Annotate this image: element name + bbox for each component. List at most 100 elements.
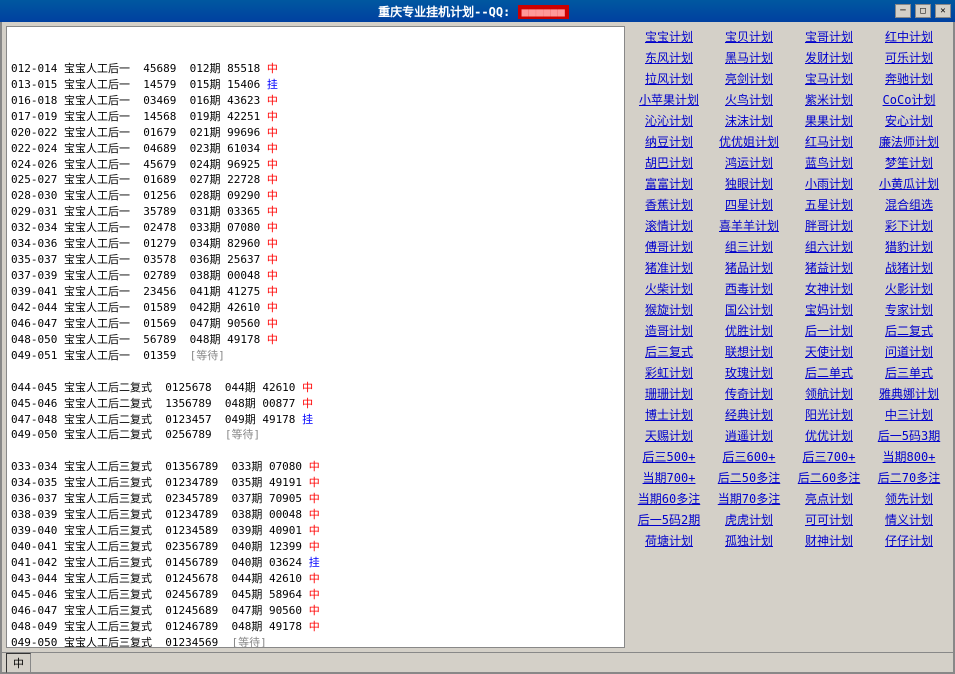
- list-item[interactable]: 优优计划: [789, 425, 869, 446]
- plan-link[interactable]: 四星计划: [725, 198, 773, 212]
- plan-link[interactable]: 蓝鸟计划: [805, 156, 853, 170]
- list-item[interactable]: 女神计划: [789, 278, 869, 299]
- plan-link[interactable]: 火柴计划: [645, 282, 693, 296]
- plan-link[interactable]: 造哥计划: [645, 324, 693, 338]
- list-item[interactable]: 拉风计划: [629, 68, 709, 89]
- list-item[interactable]: 后三复式: [629, 341, 709, 362]
- plan-link[interactable]: 中三计划: [885, 408, 933, 422]
- plan-link[interactable]: 经典计划: [725, 408, 773, 422]
- plan-link[interactable]: 情义计划: [885, 513, 933, 527]
- plan-link[interactable]: 财神计划: [805, 534, 853, 548]
- list-item[interactable]: 混合组选: [869, 194, 949, 215]
- plan-link[interactable]: 后一5码3期: [878, 429, 940, 443]
- plan-link[interactable]: 亮点计划: [805, 492, 853, 506]
- list-item[interactable]: 天使计划: [789, 341, 869, 362]
- plan-link[interactable]: 梦笙计划: [885, 156, 933, 170]
- list-item[interactable]: 四星计划: [709, 194, 789, 215]
- plan-link[interactable]: 红马计划: [805, 135, 853, 149]
- list-item[interactable]: 组六计划: [789, 236, 869, 257]
- plan-link[interactable]: 猪品计划: [725, 261, 773, 275]
- list-item[interactable]: 联想计划: [709, 341, 789, 362]
- list-item[interactable]: 亮点计划: [789, 488, 869, 509]
- plan-link[interactable]: 亮剑计划: [725, 72, 773, 86]
- plan-link[interactable]: 天赐计划: [645, 429, 693, 443]
- list-item[interactable]: 国公计划: [709, 299, 789, 320]
- plan-link[interactable]: 女神计划: [805, 282, 853, 296]
- list-item[interactable]: 专家计划: [869, 299, 949, 320]
- plan-link[interactable]: 胖哥计划: [805, 219, 853, 233]
- list-item[interactable]: 当期800+: [869, 446, 949, 467]
- list-item[interactable]: 当期700+: [629, 467, 709, 488]
- list-item[interactable]: 纳豆计划: [629, 131, 709, 152]
- list-item[interactable]: 组三计划: [709, 236, 789, 257]
- plan-link[interactable]: 滚情计划: [645, 219, 693, 233]
- plan-link[interactable]: 优优计划: [805, 429, 853, 443]
- plan-link[interactable]: 后一5码2期: [638, 513, 700, 527]
- plan-link[interactable]: 奔驰计划: [885, 72, 933, 86]
- list-item[interactable]: 廉法师计划: [869, 131, 949, 152]
- minimize-button[interactable]: ─: [895, 4, 911, 18]
- plan-link[interactable]: CoCo计划: [883, 93, 936, 107]
- list-item[interactable]: 蓝鸟计划: [789, 152, 869, 173]
- list-item[interactable]: 后二单式: [789, 362, 869, 383]
- plan-link[interactable]: 后三复式: [645, 345, 693, 359]
- plan-link[interactable]: 虎虎计划: [725, 513, 773, 527]
- list-item[interactable]: 经典计划: [709, 404, 789, 425]
- plan-link[interactable]: 拉风计划: [645, 72, 693, 86]
- list-item[interactable]: 傅哥计划: [629, 236, 709, 257]
- list-item[interactable]: 宝妈计划: [789, 299, 869, 320]
- plan-link[interactable]: 后二70多注: [878, 471, 940, 485]
- plan-link[interactable]: 后二复式: [885, 324, 933, 338]
- list-item[interactable]: 后二50多注: [709, 467, 789, 488]
- list-item[interactable]: 问道计划: [869, 341, 949, 362]
- plan-link[interactable]: 可乐计划: [885, 51, 933, 65]
- list-item[interactable]: 仔仔计划: [869, 530, 949, 551]
- plan-link[interactable]: 可可计划: [805, 513, 853, 527]
- list-item[interactable]: 鸿运计划: [709, 152, 789, 173]
- list-item[interactable]: 西毒计划: [709, 278, 789, 299]
- list-item[interactable]: 天赐计划: [629, 425, 709, 446]
- left-scroll-area[interactable]: 012-014 宝宝人工后一 45689 012期 85518 中013-015…: [7, 27, 624, 647]
- close-button[interactable]: ✕: [935, 4, 951, 18]
- list-item[interactable]: 宝贝计划: [709, 26, 789, 47]
- list-item[interactable]: 彩下计划: [869, 215, 949, 236]
- plan-link[interactable]: 阳光计划: [805, 408, 853, 422]
- list-item[interactable]: 后一计划: [789, 320, 869, 341]
- plan-link[interactable]: 喜羊羊计划: [719, 219, 779, 233]
- list-item[interactable]: 优胜计划: [709, 320, 789, 341]
- list-item[interactable]: 虎虎计划: [709, 509, 789, 530]
- plan-link[interactable]: 国公计划: [725, 303, 773, 317]
- plan-link[interactable]: 火影计划: [885, 282, 933, 296]
- list-item[interactable]: 后二70多注: [869, 467, 949, 488]
- plan-link[interactable]: 联想计划: [725, 345, 773, 359]
- plan-link[interactable]: 彩下计划: [885, 219, 933, 233]
- plan-link[interactable]: 战猪计划: [885, 261, 933, 275]
- list-item[interactable]: 荷塘计划: [629, 530, 709, 551]
- list-item[interactable]: 奔驰计划: [869, 68, 949, 89]
- list-item[interactable]: 当期70多注: [709, 488, 789, 509]
- list-item[interactable]: 情义计划: [869, 509, 949, 530]
- plan-link[interactable]: 领先计划: [885, 492, 933, 506]
- list-item[interactable]: 香蕉计划: [629, 194, 709, 215]
- list-item[interactable]: 红中计划: [869, 26, 949, 47]
- list-item[interactable]: 彩虹计划: [629, 362, 709, 383]
- plan-link[interactable]: 混合组选: [885, 198, 933, 212]
- plan-link[interactable]: 天使计划: [805, 345, 853, 359]
- plan-link[interactable]: 玫瑰计划: [725, 366, 773, 380]
- list-item[interactable]: 发财计划: [789, 47, 869, 68]
- list-item[interactable]: 火鸟计划: [709, 89, 789, 110]
- plan-link[interactable]: 组六计划: [805, 240, 853, 254]
- plan-link[interactable]: 火鸟计划: [725, 93, 773, 107]
- list-item[interactable]: 富富计划: [629, 173, 709, 194]
- list-item[interactable]: 滚情计划: [629, 215, 709, 236]
- plan-link[interactable]: 宝贝计划: [725, 30, 773, 44]
- list-item[interactable]: 雅典娜计划: [869, 383, 949, 404]
- list-item[interactable]: 宝宝计划: [629, 26, 709, 47]
- list-item[interactable]: 火柴计划: [629, 278, 709, 299]
- list-item[interactable]: 可乐计划: [869, 47, 949, 68]
- list-item[interactable]: 火影计划: [869, 278, 949, 299]
- plan-link[interactable]: 珊珊计划: [645, 387, 693, 401]
- list-item[interactable]: 可可计划: [789, 509, 869, 530]
- plan-link[interactable]: 独眼计划: [725, 177, 773, 191]
- plan-link[interactable]: 黑马计划: [725, 51, 773, 65]
